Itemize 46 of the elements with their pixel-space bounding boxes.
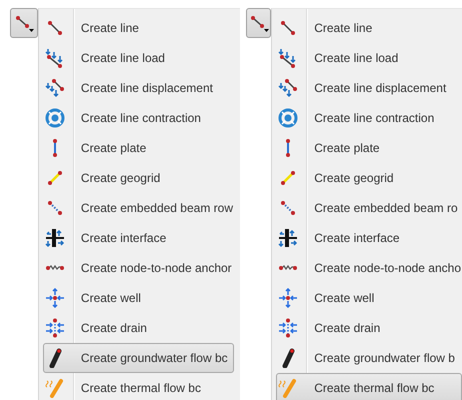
menu-item[interactable]: Create line displacement (276, 73, 462, 103)
drain-icon (278, 318, 298, 338)
line-load-icon (278, 48, 298, 68)
ring-icon (44, 108, 65, 128)
plate-icon (285, 138, 292, 158)
menu-item[interactable]: Create node-to-node ancho (276, 253, 462, 283)
drain-icon (44, 318, 65, 338)
menu-item[interactable]: Create line load (276, 43, 462, 73)
menu-item[interactable]: Create line contraction (42, 103, 234, 133)
menu-item[interactable]: Create geogrid (42, 163, 234, 193)
line-tool-button[interactable] (10, 8, 38, 38)
menu-item[interactable]: Create geogrid (276, 163, 462, 193)
menu-item[interactable]: Create groundwater flow bc (42, 343, 234, 373)
well-icon (278, 288, 298, 308)
line-load-icon (44, 48, 65, 68)
line-displacement-icon (278, 78, 298, 98)
menu-item[interactable]: Create groundwater flow b (276, 343, 462, 373)
anchor-icon (44, 265, 65, 271)
menu-item[interactable]: Create thermal flow bc (42, 373, 234, 400)
menu-item[interactable]: Create well (42, 283, 234, 313)
menu-item[interactable]: Create line (276, 13, 462, 43)
menu-item[interactable]: Create interface (276, 223, 462, 253)
thermal-bar-icon (44, 378, 65, 398)
well-icon (44, 288, 65, 308)
menu-item[interactable]: Create embedded beam ro (276, 193, 462, 223)
menu-item[interactable]: Create drain (42, 313, 234, 343)
menu-item[interactable]: Create interface (42, 223, 234, 253)
menu-item[interactable]: Create plate (276, 133, 462, 163)
thermal-bar-icon (278, 378, 298, 398)
menu-item[interactable]: Create line contraction (276, 103, 462, 133)
menu-item[interactable]: Create node-to-node anchor (42, 253, 234, 283)
plate-icon (52, 138, 58, 158)
menu-item[interactable]: Create well (276, 283, 462, 313)
line-tool-button[interactable] (246, 8, 272, 38)
menu-item[interactable]: Create line (42, 13, 234, 43)
menu-item[interactable]: Create plate (42, 133, 234, 163)
menu-item[interactable]: Create line displacement (42, 73, 234, 103)
menu-item[interactable]: Create line load (42, 43, 234, 73)
line-displacement-icon (44, 78, 65, 98)
anchor-icon (278, 265, 298, 271)
interface-icon (44, 228, 65, 248)
menu-item[interactable]: Create thermal flow bc (276, 373, 462, 400)
interface-icon (278, 228, 298, 248)
menu-item[interactable]: Create embedded beam row (42, 193, 234, 223)
menu-item[interactable]: Create drain (276, 313, 462, 343)
ring-icon (278, 108, 298, 128)
